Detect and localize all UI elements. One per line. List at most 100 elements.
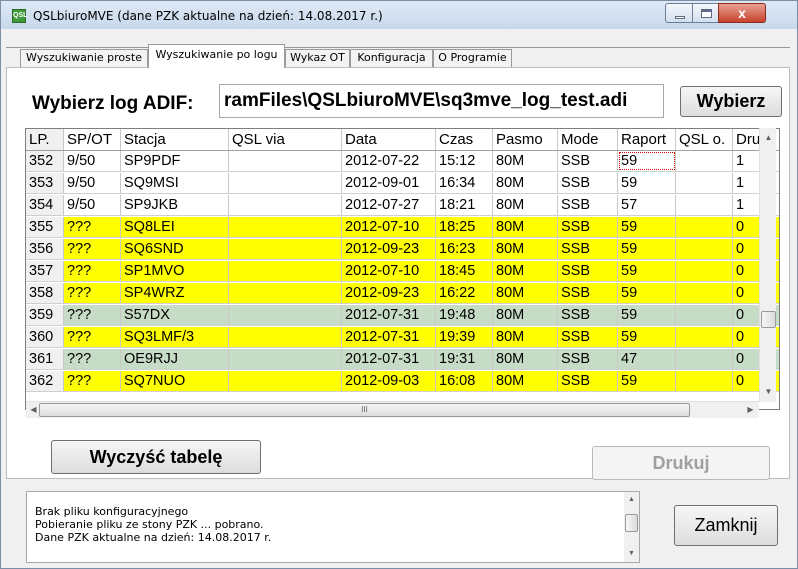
- col-sp-ot-cell[interactable]: 9/50: [64, 173, 121, 193]
- scroll-up-icon[interactable]: ▲: [761, 132, 776, 144]
- col-qsl-via-cell[interactable]: [229, 151, 342, 171]
- choose-log-button[interactable]: Wybierz: [680, 86, 782, 117]
- col-sp-ot-cell[interactable]: ???: [64, 371, 121, 391]
- col-pasmo-cell[interactable]: 80M: [493, 349, 558, 369]
- col-sp-ot-cell[interactable]: ???: [64, 261, 121, 281]
- col-mode-cell[interactable]: SSB: [558, 195, 618, 215]
- col-qsl-o-header[interactable]: QSL o.: [676, 129, 733, 150]
- col-czas-cell[interactable]: 16:08: [436, 371, 493, 391]
- col-data-cell[interactable]: 2012-07-22: [342, 151, 436, 171]
- col-pasmo-cell[interactable]: 80M: [493, 195, 558, 215]
- col-qsl-o-cell[interactable]: [676, 305, 733, 325]
- table-row[interactable]: 355??? SQ8LEI 2012-07-10 18:25 80M SSB 59 0: [26, 217, 779, 238]
- col-mode-cell[interactable]: SSB: [558, 305, 618, 325]
- col-stacja-cell[interactable]: SP9PDF: [121, 151, 229, 171]
- col-raport-cell[interactable]: 59: [618, 151, 676, 171]
- col-qsl-via-cell[interactable]: [229, 239, 342, 259]
- table-row[interactable]: 358??? SP4WRZ 2012-09-23 16:22 80M SSB 59 0: [26, 283, 779, 304]
- col-stacja-cell[interactable]: SQ8LEI: [121, 217, 229, 237]
- col-sp-ot-cell[interactable]: 9/50: [64, 195, 121, 215]
- col-qsl-via-header[interactable]: QSL via: [229, 129, 342, 150]
- clear-table-button[interactable]: Wyczyść tabelę: [51, 440, 261, 474]
- col-mode-cell[interactable]: SSB: [558, 371, 618, 391]
- table-row[interactable]: 353 9/50 SQ9MSI 2012-09-01 16:34 80M SSB 59 1: [26, 173, 779, 194]
- col-sp-ot-cell[interactable]: ???: [64, 217, 121, 237]
- col-lp-cell[interactable]: 352: [26, 151, 64, 171]
- col-lp-cell[interactable]: 354: [26, 195, 64, 215]
- col-data-cell[interactable]: 2012-09-01: [342, 173, 436, 193]
- col-sp-ot-cell[interactable]: ???: [64, 305, 121, 325]
- col-qsl-o-cell[interactable]: [676, 151, 733, 171]
- tab-wykaz-ot[interactable]: Wykaz OT: [285, 49, 350, 67]
- col-czas-cell[interactable]: 16:34: [436, 173, 493, 193]
- col-pasmo-cell[interactable]: 80M: [493, 151, 558, 171]
- col-qsl-via-cell[interactable]: [229, 217, 342, 237]
- col-czas-cell[interactable]: 19:48: [436, 305, 493, 325]
- col-qsl-o-cell[interactable]: [676, 327, 733, 347]
- col-lp-cell[interactable]: 356: [26, 239, 64, 259]
- col-qsl-o-cell[interactable]: [676, 195, 733, 215]
- table-vertical-scrollbar[interactable]: ▲ ▼: [759, 128, 776, 402]
- col-data-cell[interactable]: 2012-09-23: [342, 239, 436, 259]
- col-raport-cell[interactable]: 57: [618, 195, 676, 215]
- col-data-cell[interactable]: 2012-07-10: [342, 261, 436, 281]
- col-qsl-via-cell[interactable]: [229, 261, 342, 281]
- col-stacja-cell[interactable]: SQ7NUO: [121, 371, 229, 391]
- col-pasmo-cell[interactable]: 80M: [493, 283, 558, 303]
- col-stacja-cell[interactable]: SP9JKB: [121, 195, 229, 215]
- col-lp-cell[interactable]: 362: [26, 371, 64, 391]
- col-raport-cell[interactable]: 59: [618, 239, 676, 259]
- col-raport-cell[interactable]: 59: [618, 173, 676, 193]
- col-czas-cell[interactable]: 16:23: [436, 239, 493, 259]
- maximize-button[interactable]: [692, 3, 719, 23]
- col-raport-cell[interactable]: 59: [618, 305, 676, 325]
- col-raport-cell[interactable]: 47: [618, 349, 676, 369]
- col-mode-header[interactable]: Mode: [558, 129, 618, 150]
- col-qsl-via-cell[interactable]: [229, 349, 342, 369]
- col-mode-cell[interactable]: SSB: [558, 239, 618, 259]
- col-czas-header[interactable]: Czas: [436, 129, 493, 150]
- col-lp-cell[interactable]: 358: [26, 283, 64, 303]
- col-pasmo-cell[interactable]: 80M: [493, 371, 558, 391]
- col-qsl-via-cell[interactable]: [229, 173, 342, 193]
- table-row[interactable]: 359??? S57DX 2012-07-31 19:48 80M SSB 59 0: [26, 305, 779, 326]
- col-raport-cell[interactable]: 59: [618, 283, 676, 303]
- col-qsl-o-cell[interactable]: [676, 173, 733, 193]
- col-czas-cell[interactable]: 19:39: [436, 327, 493, 347]
- col-qsl-o-cell[interactable]: [676, 283, 733, 303]
- col-mode-cell[interactable]: SSB: [558, 261, 618, 281]
- title-bar[interactable]: QSL QSLbiuroMVE (dane PZK aktualne na dz…: [1, 1, 797, 29]
- log-scroll-up-icon[interactable]: ▲: [624, 494, 639, 506]
- col-lp-cell[interactable]: 355: [26, 217, 64, 237]
- col-qsl-via-cell[interactable]: [229, 371, 342, 391]
- col-czas-cell[interactable]: 18:21: [436, 195, 493, 215]
- table-vscroll-thumb[interactable]: [761, 311, 776, 328]
- col-czas-cell[interactable]: 16:22: [436, 283, 493, 303]
- table-hscroll-thumb[interactable]: III: [39, 403, 690, 417]
- col-qsl-via-cell[interactable]: [229, 283, 342, 303]
- table-row[interactable]: 356??? SQ6SND 2012-09-23 16:23 80M SSB 59 0: [26, 239, 779, 260]
- col-data-cell[interactable]: 2012-07-27: [342, 195, 436, 215]
- table-row[interactable]: 357??? SP1MVO 2012-07-10 18:45 80M SSB 59 0: [26, 261, 779, 282]
- col-qsl-o-cell[interactable]: [676, 349, 733, 369]
- col-lp-cell[interactable]: 359: [26, 305, 64, 325]
- col-lp-cell[interactable]: 353: [26, 173, 64, 193]
- table-row[interactable]: 362??? SQ7NUO 2012-09-03 16:08 80M SSB 59 0: [26, 371, 779, 392]
- col-stacja-cell[interactable]: OE9RJJ: [121, 349, 229, 369]
- close-window-button[interactable]: x: [718, 3, 766, 23]
- col-mode-cell[interactable]: SSB: [558, 217, 618, 237]
- col-pasmo-cell[interactable]: 80M: [493, 217, 558, 237]
- table-row[interactable]: 352 9/50 SP9PDF 2012-07-22 15:12 80M SSB 59 1: [26, 151, 779, 172]
- col-sp-ot-cell[interactable]: ???: [64, 327, 121, 347]
- col-qsl-o-cell[interactable]: [676, 239, 733, 259]
- table-horizontal-scrollbar[interactable]: ◀ III ▶: [26, 401, 759, 418]
- col-raport-cell[interactable]: 59: [618, 261, 676, 281]
- col-data-cell[interactable]: 2012-07-31: [342, 327, 436, 347]
- col-mode-cell[interactable]: SSB: [558, 151, 618, 171]
- col-czas-cell[interactable]: 18:25: [436, 217, 493, 237]
- col-stacja-cell[interactable]: SQ3LMF/3: [121, 327, 229, 347]
- col-qsl-via-cell[interactable]: [229, 195, 342, 215]
- table-row[interactable]: 361??? OE9RJJ 2012-07-31 19:31 80M SSB 47 0: [26, 349, 779, 370]
- col-data-cell[interactable]: 2012-07-31: [342, 305, 436, 325]
- col-stacja-cell[interactable]: SQ6SND: [121, 239, 229, 259]
